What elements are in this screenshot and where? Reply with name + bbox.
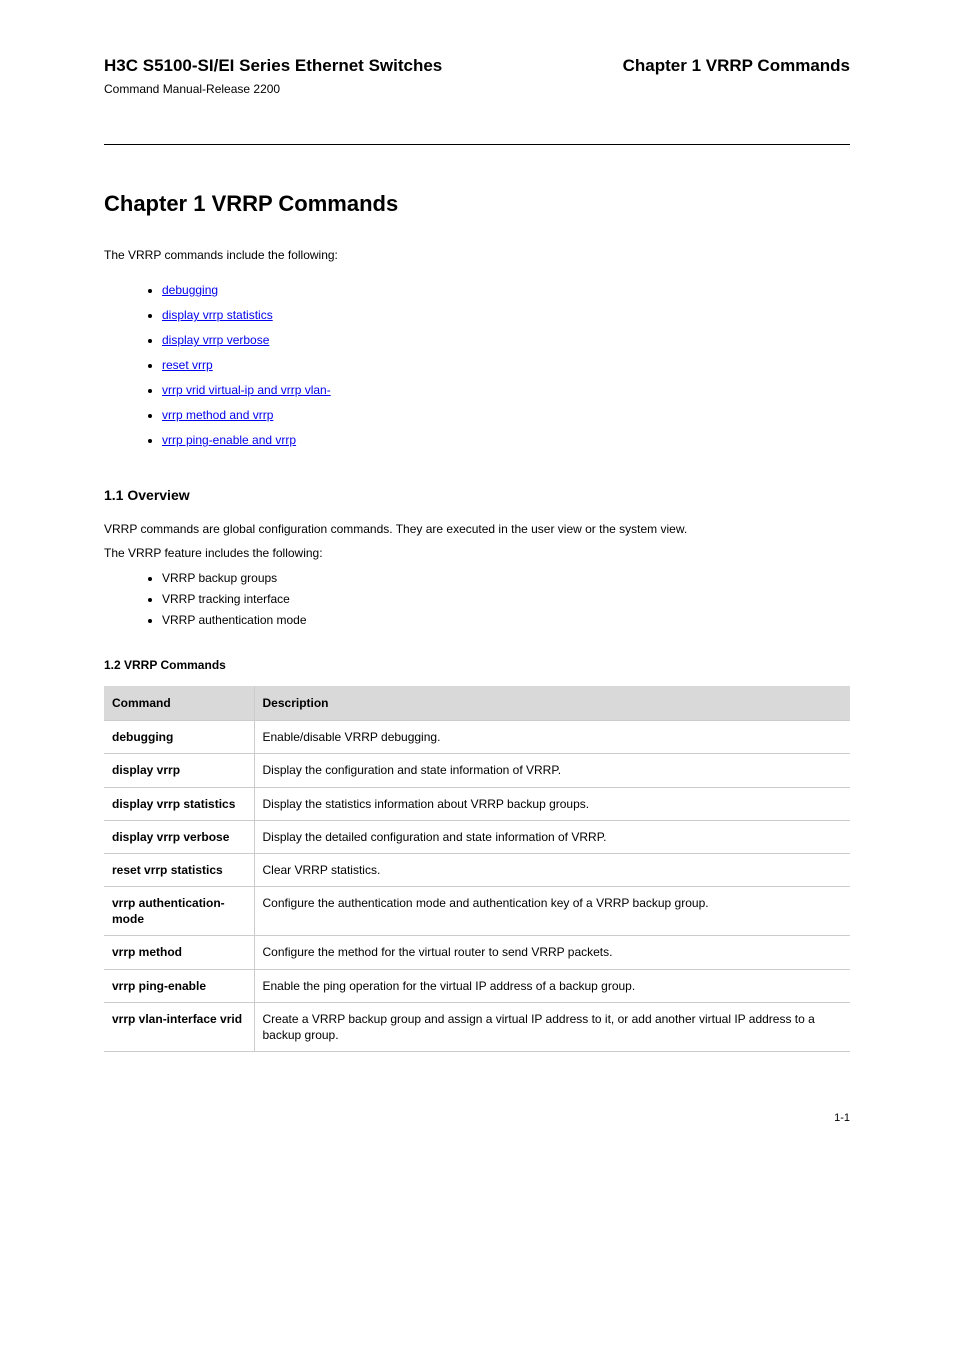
toc-item: display vrrp statistics <box>162 308 850 322</box>
doc-title: H3C S5100-SI/EI Series Ethernet Switches… <box>104 56 850 76</box>
section-title: Chapter 1 VRRP Commands <box>104 191 850 217</box>
doc-chapter-text: Chapter 1 VRRP Commands <box>623 56 850 76</box>
overview-para-2: The VRRP feature includes the following: <box>104 545 850 561</box>
intro-text: The VRRP commands include the following: <box>104 247 850 263</box>
cmd-desc: Display the statistics information about… <box>254 787 850 820</box>
cmd-name: vrrp ping-enable <box>104 969 254 1002</box>
toc-link-vrid[interactable]: vrrp vrid virtual-ip and vrrp vlan- <box>162 383 331 397</box>
toc-list: debugging display vrrp statistics displa… <box>162 283 850 447</box>
cmd-desc: Create a VRRP backup group and assign a … <box>254 1002 850 1051</box>
cmd-desc: Clear VRRP statistics. <box>254 853 850 886</box>
toc-link-debugging[interactable]: debugging <box>162 283 218 297</box>
cmd-name: reset vrrp statistics <box>104 853 254 886</box>
cmd-desc: Enable/disable VRRP debugging. <box>254 721 850 754</box>
toc-item: debugging <box>162 283 850 297</box>
cmd-desc: Configure the authentication mode and au… <box>254 887 850 936</box>
table-header-command: Command <box>104 686 254 721</box>
toc-link-reset-vrrp[interactable]: reset vrrp <box>162 358 213 372</box>
doc-title-text: H3C S5100-SI/EI Series Ethernet Switches <box>104 56 442 75</box>
page-container: H3C S5100-SI/EI Series Ethernet Switches… <box>0 0 954 1164</box>
page-number: 1-1 <box>104 1112 850 1124</box>
cmd-desc: Display the configuration and state info… <box>254 754 850 787</box>
commands-table: Command Description debugging Enable/dis… <box>104 686 850 1052</box>
cmd-name: display vrrp statistics <box>104 787 254 820</box>
toc-item: reset vrrp <box>162 358 850 372</box>
table-header-description: Description <box>254 686 850 721</box>
toc-link-method[interactable]: vrrp method and vrrp <box>162 408 273 422</box>
toc-item: display vrrp verbose <box>162 333 850 347</box>
cmd-desc: Display the detailed configuration and s… <box>254 820 850 853</box>
table-row: vrrp method Configure the method for the… <box>104 936 850 969</box>
cmd-desc: Enable the ping operation for the virtua… <box>254 969 850 1002</box>
toc-link-ping-enable[interactable]: vrrp ping-enable and vrrp <box>162 433 296 447</box>
table-row: debugging Enable/disable VRRP debugging. <box>104 721 850 754</box>
doc-subtitle: Command Manual-Release 2200 <box>104 82 850 96</box>
table-row: reset vrrp statistics Clear VRRP statist… <box>104 853 850 886</box>
overview-list: VRRP backup groups VRRP tracking interfa… <box>162 570 850 629</box>
overview-item: VRRP backup groups <box>162 570 850 586</box>
cmd-name: vrrp vlan-interface vrid <box>104 1002 254 1051</box>
overview-item: VRRP authentication mode <box>162 612 850 628</box>
table-row: display vrrp statistics Display the stat… <box>104 787 850 820</box>
cmd-desc: Configure the method for the virtual rou… <box>254 936 850 969</box>
toc-link-display-verbose[interactable]: display vrrp verbose <box>162 333 269 347</box>
cmd-name: display vrrp <box>104 754 254 787</box>
table-row: display vrrp Display the configuration a… <box>104 754 850 787</box>
toc-item: vrrp vrid virtual-ip and vrrp vlan- <box>162 383 850 397</box>
cmd-name: vrrp method <box>104 936 254 969</box>
table-row: vrrp vlan-interface vrid Create a VRRP b… <box>104 1002 850 1051</box>
overview-heading: 1.1 Overview <box>104 487 850 503</box>
cmd-name: vrrp authentication-mode <box>104 887 254 936</box>
table-header-row: Command Description <box>104 686 850 721</box>
table-row: display vrrp verbose Display the detaile… <box>104 820 850 853</box>
toc-item: vrrp method and vrrp <box>162 408 850 422</box>
toc-link-display-statistics[interactable]: display vrrp statistics <box>162 308 273 322</box>
table-row: vrrp authentication-mode Configure the a… <box>104 887 850 936</box>
overview-para-1: VRRP commands are global configuration c… <box>104 521 850 537</box>
header-separator <box>104 144 850 145</box>
cmd-name: display vrrp verbose <box>104 820 254 853</box>
toc-item: vrrp ping-enable and vrrp <box>162 433 850 447</box>
table-row: vrrp ping-enable Enable the ping operati… <box>104 969 850 1002</box>
commands-heading: 1.2 VRRP Commands <box>104 658 850 672</box>
cmd-name: debugging <box>104 721 254 754</box>
overview-item: VRRP tracking interface <box>162 591 850 607</box>
